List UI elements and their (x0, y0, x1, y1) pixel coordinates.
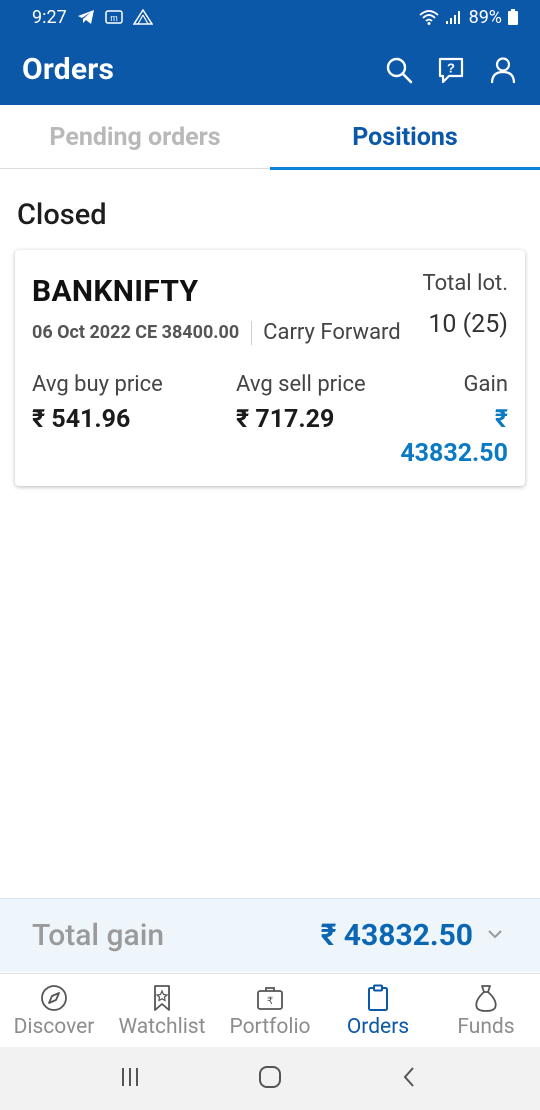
nav-label-orders: Orders (346, 1015, 410, 1039)
search-icon[interactable] (384, 55, 414, 85)
total-gain-value: ₹ 43832.50 (320, 918, 473, 953)
total-gain-right: ₹ 43832.50 (321, 918, 505, 953)
back-icon[interactable] (398, 1065, 422, 1093)
nav-item-portfolio[interactable]: ₹ Portfolio (216, 974, 324, 1048)
tab-positions[interactable]: Positions (270, 105, 540, 170)
mail-app-icon: m (104, 9, 123, 25)
avg-buy-value: ₹ 541.96 (32, 405, 131, 434)
nav-item-orders[interactable]: Orders (324, 974, 432, 1048)
section-title-closed: Closed (17, 198, 107, 232)
battery-percent: 89% (468, 6, 502, 28)
avg-buy-column: Avg buy price ₹ 541.96 (32, 371, 163, 434)
gain-value: 43832.50 (400, 439, 508, 468)
telegram-icon (77, 9, 95, 25)
profile-icon[interactable] (488, 55, 518, 85)
wifi-icon (418, 9, 439, 25)
avg-sell-value: ₹ 717.29 (236, 405, 335, 434)
contract-details: 06 Oct 2022 CE 38400.00 Carry Forward (32, 320, 401, 345)
nav-label-discover: Discover (13, 1015, 95, 1039)
total-gain-label: Total gain (32, 918, 165, 953)
svg-text:m: m (110, 13, 118, 23)
gain-column: Gain ₹ 43832.50 (368, 371, 508, 471)
battery-icon (508, 9, 518, 25)
nav-item-watchlist[interactable]: Watchlist (108, 974, 216, 1048)
briefcase-icon: ₹ (255, 983, 285, 1013)
tab-pending-orders[interactable]: Pending orders (0, 105, 270, 169)
avg-sell-label: Avg sell price (236, 372, 366, 397)
money-bag-icon (471, 983, 501, 1013)
cell-signal-icon (445, 9, 463, 25)
status-right: 89% (418, 6, 518, 28)
contract-name: 06 Oct 2022 CE 38400.00 (32, 322, 240, 343)
gain-currency: ₹ (494, 405, 508, 434)
app-bar: Orders ? (0, 34, 540, 105)
gain-label: Gain (463, 372, 508, 397)
total-gain-bar[interactable]: Total gain ₹ 43832.50 (0, 898, 540, 972)
position-symbol: BANKNIFTY (32, 274, 199, 309)
total-lot-label: Total lot. (422, 271, 508, 296)
avg-sell-column: Avg sell price ₹ 717.29 (236, 371, 376, 434)
nav-item-discover[interactable]: Discover (0, 974, 108, 1048)
signal-app-icon (132, 9, 153, 25)
total-lot-value: 10 (25) (428, 310, 508, 339)
status-time: 9:27 (32, 6, 67, 28)
chevron-down-icon[interactable] (485, 924, 505, 948)
nav-label-watchlist: Watchlist (118, 1015, 206, 1039)
help-icon[interactable]: ? (436, 55, 466, 85)
svg-text:₹: ₹ (267, 996, 273, 1007)
page-title: Orders (22, 52, 115, 87)
bookmark-icon (147, 983, 177, 1013)
svg-text:?: ? (447, 60, 455, 75)
clipboard-icon (363, 983, 393, 1013)
recent-apps-icon[interactable] (118, 1065, 142, 1093)
status-bar: 9:27 m 89% (0, 0, 540, 34)
nav-label-portfolio: Portfolio (229, 1015, 311, 1039)
position-card[interactable]: BANKNIFTY Total lot. 06 Oct 2022 CE 3840… (15, 250, 525, 486)
divider (251, 320, 253, 345)
product-type: Carry Forward (263, 320, 401, 345)
compass-icon (39, 983, 69, 1013)
status-left: 9:27 m (32, 7, 153, 28)
system-nav-bar (0, 1047, 540, 1110)
nav-label-funds: Funds (457, 1015, 515, 1039)
header-actions: ? (384, 55, 518, 85)
orders-tabs: Pending orders Positions (0, 105, 540, 170)
home-icon[interactable] (257, 1064, 283, 1094)
bottom-nav: Discover Watchlist ₹ Portfolio Orders Fu… (0, 973, 540, 1047)
avg-buy-label: Avg buy price (32, 372, 163, 397)
nav-item-funds[interactable]: Funds (432, 974, 540, 1048)
